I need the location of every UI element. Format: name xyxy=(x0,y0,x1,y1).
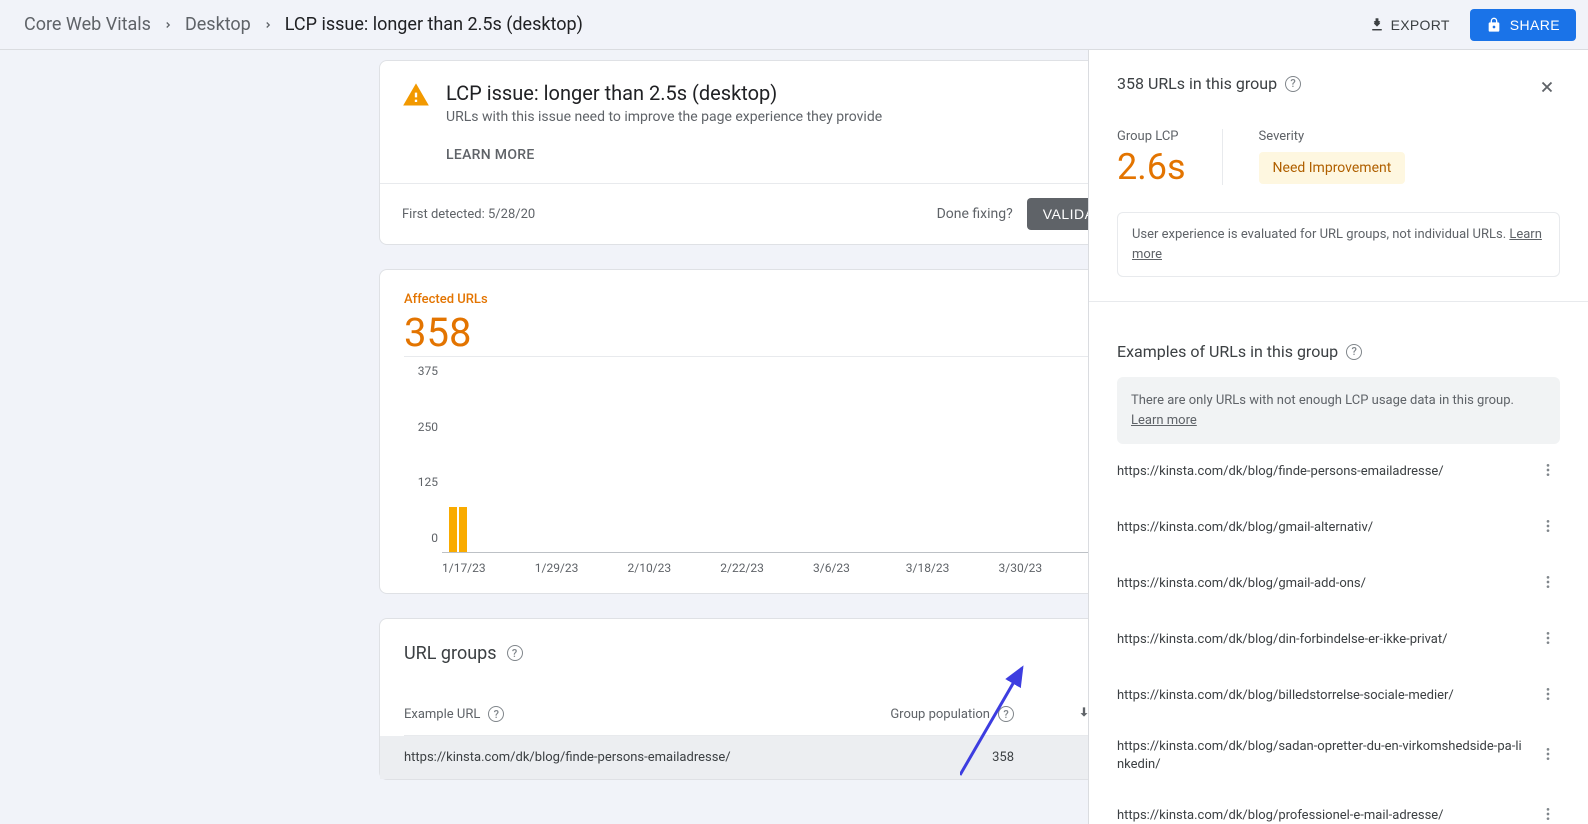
table-header: Example URL ? Group population ? Group L… xyxy=(404,665,1184,736)
x-tick: 2/10/23 xyxy=(628,561,721,575)
issue-card: LCP issue: longer than 2.5s (desktop) UR… xyxy=(379,60,1209,245)
url-text: https://kinsta.com/dk/blog/sadan-oprette… xyxy=(1117,738,1536,774)
done-fixing-label: Done fixing? xyxy=(937,206,1013,222)
url-text: https://kinsta.com/dk/blog/gmail-alterna… xyxy=(1117,519,1536,537)
chevron-right-icon xyxy=(263,14,273,35)
breadcrumb-root[interactable]: Core Web Vitals xyxy=(24,14,151,35)
divider xyxy=(1222,129,1223,185)
list-item[interactable]: https://kinsta.com/dk/blog/din-forbindel… xyxy=(1117,612,1560,668)
affected-urls-label: Affected URLs xyxy=(404,292,1184,307)
share-label: SHARE xyxy=(1510,17,1560,33)
lock-icon xyxy=(1486,17,1502,33)
affected-urls-count: 358 xyxy=(404,309,1184,356)
x-tick: 3/6/23 xyxy=(813,561,906,575)
help-icon[interactable]: ? xyxy=(488,706,504,722)
bar-group xyxy=(449,507,467,552)
list-item[interactable]: https://kinsta.com/dk/blog/gmail-alterna… xyxy=(1117,500,1560,556)
main-column: LCP issue: longer than 2.5s (desktop) UR… xyxy=(379,60,1209,780)
row-url: https://kinsta.com/dk/blog/finde-persons… xyxy=(404,750,834,765)
list-item[interactable]: https://kinsta.com/dk/blog/sadan-oprette… xyxy=(1117,724,1560,788)
export-label: EXPORT xyxy=(1391,17,1450,33)
y-tick: 125 xyxy=(404,475,438,489)
first-detected: First detected: 5/28/20 xyxy=(402,207,535,222)
close-icon[interactable] xyxy=(1534,74,1560,105)
y-tick: 375 xyxy=(404,364,438,378)
help-icon[interactable]: ? xyxy=(507,645,523,661)
top-actions: EXPORT SHARE xyxy=(1357,9,1576,41)
chart: 0125250375 1/17/231/29/232/10/232/22/233… xyxy=(404,385,1184,575)
help-icon[interactable]: ? xyxy=(1346,344,1362,360)
bar xyxy=(459,507,467,552)
x-tick: 1/17/23 xyxy=(442,561,535,575)
kebab-icon[interactable] xyxy=(1536,514,1560,542)
group-lcp-value: 2.6s xyxy=(1117,146,1186,188)
x-tick: 3/30/23 xyxy=(999,561,1092,575)
help-icon[interactable]: ? xyxy=(998,706,1014,722)
url-text: https://kinsta.com/dk/blog/din-forbindel… xyxy=(1117,631,1536,649)
severity-badge: Need Improvement xyxy=(1259,152,1406,184)
y-tick: 0 xyxy=(404,531,438,545)
kebab-icon[interactable] xyxy=(1536,682,1560,710)
kebab-icon[interactable] xyxy=(1536,802,1560,824)
url-groups-card: URL groups ? Example URL ? Group populat… xyxy=(379,618,1209,780)
group-lcp-label: Group LCP xyxy=(1117,129,1186,144)
url-text: https://kinsta.com/dk/blog/billedstorrel… xyxy=(1117,687,1536,705)
list-item[interactable]: https://kinsta.com/dk/blog/gmail-add-ons… xyxy=(1117,556,1560,612)
list-item[interactable]: https://kinsta.com/dk/blog/professionel-… xyxy=(1117,788,1560,824)
x-tick: 2/22/23 xyxy=(720,561,813,575)
kebab-icon[interactable] xyxy=(1536,570,1560,598)
share-button[interactable]: SHARE xyxy=(1470,9,1576,41)
breadcrumb-current: LCP issue: longer than 2.5s (desktop) xyxy=(285,14,583,35)
th-example-url: Example URL xyxy=(404,707,480,722)
chevron-right-icon xyxy=(163,14,173,35)
side-panel: 358 URLs in this group ? Group LCP 2.6s … xyxy=(1088,50,1588,824)
list-item[interactable]: https://kinsta.com/dk/blog/billedstorrel… xyxy=(1117,668,1560,724)
breadcrumb: Core Web Vitals Desktop LCP issue: longe… xyxy=(24,14,583,35)
url-groups-title: URL groups ? xyxy=(404,643,523,664)
x-tick: 1/29/23 xyxy=(535,561,628,575)
kebab-icon[interactable] xyxy=(1536,626,1560,654)
kebab-icon[interactable] xyxy=(1536,742,1560,770)
topbar: Core Web Vitals Desktop LCP issue: longe… xyxy=(0,0,1588,50)
kebab-icon[interactable] xyxy=(1536,458,1560,486)
url-text: https://kinsta.com/dk/blog/gmail-add-ons… xyxy=(1117,575,1536,593)
download-icon xyxy=(1369,17,1385,33)
examples-title: Examples of URLs in this group ? xyxy=(1117,342,1560,361)
stats-card: Affected URLs 358 0 125 250 375 1/17/231/29… xyxy=(379,269,1209,594)
list-item[interactable]: https://kinsta.com/dk/blog/finde-persons… xyxy=(1117,444,1560,500)
learn-more-link[interactable]: LEARN MORE xyxy=(446,147,535,163)
export-button[interactable]: EXPORT xyxy=(1357,9,1462,41)
url-text: https://kinsta.com/dk/blog/finde-persons… xyxy=(1117,463,1536,481)
y-tick: 250 xyxy=(404,420,438,434)
severity-label: Severity xyxy=(1259,129,1406,144)
info-box-usage-data: There are only URLs with not enough LCP … xyxy=(1117,377,1560,444)
panel-title: 358 URLs in this group ? xyxy=(1117,74,1301,93)
issue-title: LCP issue: longer than 2.5s (desktop) xyxy=(446,81,882,105)
breadcrumb-level2[interactable]: Desktop xyxy=(185,14,251,35)
url-text: https://kinsta.com/dk/blog/professionel-… xyxy=(1117,807,1536,824)
table-row[interactable]: https://kinsta.com/dk/blog/finde-persons… xyxy=(380,736,1208,779)
bar xyxy=(449,507,457,552)
help-icon[interactable]: ? xyxy=(1285,76,1301,92)
url-list: https://kinsta.com/dk/blog/finde-persons… xyxy=(1117,444,1560,824)
x-tick: 3/18/23 xyxy=(906,561,999,575)
row-population: 358 xyxy=(834,750,1014,765)
issue-subtitle: URLs with this issue need to improve the… xyxy=(446,109,882,125)
info-box-url-groups: User experience is evaluated for URL gro… xyxy=(1117,212,1560,277)
learn-more-link[interactable]: Learn more xyxy=(1131,413,1197,428)
warning-icon xyxy=(402,81,430,109)
th-group-population: Group population xyxy=(890,707,990,722)
